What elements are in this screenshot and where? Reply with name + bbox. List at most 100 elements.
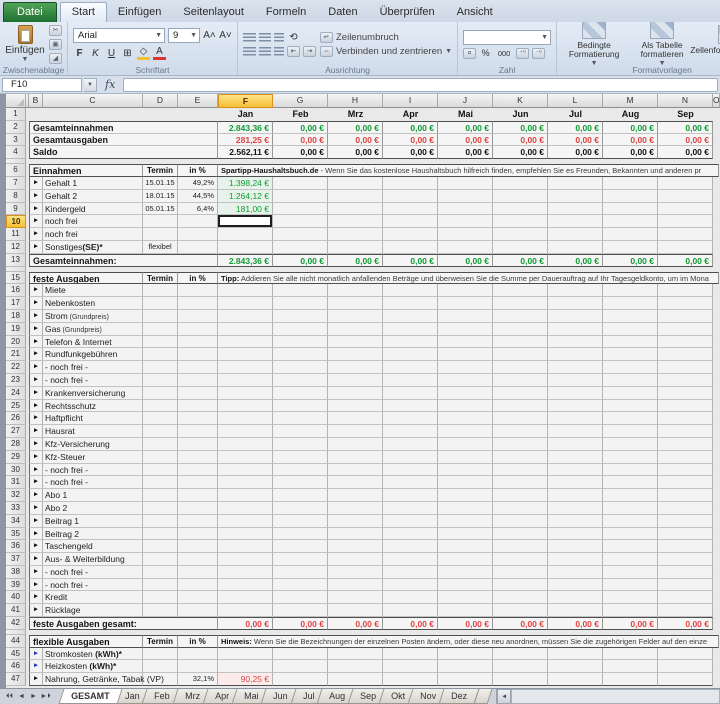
cell-F47[interactable]: 90,25 €: [218, 673, 273, 686]
cell-I34[interactable]: [383, 515, 438, 528]
cell-D44[interactable]: Termin: [143, 635, 178, 648]
cell-K21[interactable]: [493, 348, 548, 361]
cell-F42[interactable]: 0,00 €: [218, 617, 273, 630]
cell-M38[interactable]: [603, 566, 658, 579]
cell-I23[interactable]: [383, 374, 438, 387]
cell-C20[interactable]: Telefon & Internet: [43, 336, 143, 349]
cell-I3[interactable]: 0,00 €: [383, 134, 438, 147]
ribbon-tab-formeln[interactable]: Formeln: [255, 3, 317, 22]
row-expand-icon-10[interactable]: ►: [29, 215, 43, 228]
cell-H42[interactable]: 0,00 €: [328, 617, 383, 630]
cell-O39[interactable]: [713, 579, 720, 592]
cell-label-42[interactable]: feste Ausgaben gesamt:: [29, 617, 218, 630]
cell-I46[interactable]: [383, 660, 438, 673]
cell-C19[interactable]: Gas (Grundpreis): [43, 323, 143, 336]
row-expand-icon-9[interactable]: ►: [29, 203, 43, 216]
column-header-M[interactable]: M: [603, 94, 658, 108]
cell-K9[interactable]: [493, 203, 548, 216]
cell-L27[interactable]: [548, 425, 603, 438]
cell-M2[interactable]: 0,00 €: [603, 121, 658, 134]
cell-M13[interactable]: 0,00 €: [603, 254, 658, 267]
cell-C10[interactable]: noch frei: [43, 215, 143, 228]
cell-M19[interactable]: [603, 323, 658, 336]
cell-K42[interactable]: 0,00 €: [493, 617, 548, 630]
row-expand-icon-20[interactable]: ►: [29, 336, 43, 349]
cell-O7[interactable]: [713, 177, 720, 190]
cell-G33[interactable]: [273, 502, 328, 515]
cell-G12[interactable]: [273, 241, 328, 254]
cell-L24[interactable]: [548, 387, 603, 400]
cell-D34[interactable]: [143, 515, 178, 528]
cell-L3[interactable]: 0,00 €: [548, 134, 603, 147]
cell-O17[interactable]: [713, 297, 720, 310]
column-header-H[interactable]: H: [328, 94, 383, 108]
cell-K3[interactable]: 0,00 €: [493, 134, 548, 147]
cell-C35[interactable]: Beitrag 2: [43, 528, 143, 541]
cell-L31[interactable]: [548, 476, 603, 489]
row-expand-icon-37[interactable]: ►: [29, 553, 43, 566]
cut-icon[interactable]: ✂: [49, 25, 62, 36]
column-header-N[interactable]: N: [658, 94, 713, 108]
cell-H23[interactable]: [328, 374, 383, 387]
cell-D7[interactable]: 15.01.15: [143, 177, 178, 190]
cell-E35[interactable]: [178, 528, 218, 541]
cell-M4[interactable]: 0,00 €: [603, 146, 658, 159]
cell-D28[interactable]: [143, 438, 178, 451]
cell-F33[interactable]: [218, 502, 273, 515]
cell-I28[interactable]: [383, 438, 438, 451]
cell-O27[interactable]: [713, 425, 720, 438]
cell-D18[interactable]: [143, 310, 178, 323]
cell-G7[interactable]: [273, 177, 328, 190]
cell-E46[interactable]: [178, 660, 218, 673]
cell-D10[interactable]: [143, 215, 178, 228]
cell-J42[interactable]: 0,00 €: [438, 617, 493, 630]
cell-I25[interactable]: [383, 400, 438, 413]
cell-K17[interactable]: [493, 297, 548, 310]
row-expand-icon-39[interactable]: ►: [29, 579, 43, 592]
row-header-25[interactable]: 25: [6, 400, 26, 413]
cell-D37[interactable]: [143, 553, 178, 566]
row-expand-icon-45[interactable]: ►: [29, 648, 43, 661]
cell-I2[interactable]: 0,00 €: [383, 121, 438, 134]
cell-H39[interactable]: [328, 579, 383, 592]
cell-month-Jun[interactable]: Jun: [493, 108, 548, 121]
cell-F19[interactable]: [218, 323, 273, 336]
cell-label-3[interactable]: Gesamtausgaben: [29, 134, 218, 147]
cell-note-44[interactable]: Hinweis: Wenn Sie die Bezeichnungen der …: [218, 635, 719, 648]
cell-G21[interactable]: [273, 348, 328, 361]
cell-N18[interactable]: [658, 310, 713, 323]
cell-H8[interactable]: [328, 190, 383, 203]
row-header-29[interactable]: 29: [6, 451, 26, 464]
cell-E29[interactable]: [178, 451, 218, 464]
cell-F32[interactable]: [218, 489, 273, 502]
cell-N32[interactable]: [658, 489, 713, 502]
row-expand-icon-21[interactable]: ►: [29, 348, 43, 361]
cell-I21[interactable]: [383, 348, 438, 361]
row-header-40[interactable]: 40: [6, 591, 26, 604]
number-format-combo[interactable]: ▼: [463, 30, 551, 45]
scroll-left-icon[interactable]: ◄: [497, 689, 511, 704]
cell-D20[interactable]: [143, 336, 178, 349]
row-header-41[interactable]: 41: [6, 604, 26, 617]
cell-H13[interactable]: 0,00 €: [328, 254, 383, 267]
cell-H18[interactable]: [328, 310, 383, 323]
accounting-format-icon[interactable]: ¤: [463, 48, 476, 59]
cell-J11[interactable]: [438, 228, 493, 241]
cell-K28[interactable]: [493, 438, 548, 451]
cell-E19[interactable]: [178, 323, 218, 336]
cell-D16[interactable]: [143, 284, 178, 297]
cell-D36[interactable]: [143, 540, 178, 553]
cell-O11[interactable]: [713, 228, 720, 241]
cell-K20[interactable]: [493, 336, 548, 349]
row-header-13[interactable]: 13: [6, 254, 26, 267]
cell-K13[interactable]: 0,00 €: [493, 254, 548, 267]
cell-O22[interactable]: [713, 361, 720, 374]
cell-N13[interactable]: 0,00 €: [658, 254, 713, 267]
cell-I47[interactable]: [383, 673, 438, 686]
cell-J24[interactable]: [438, 387, 493, 400]
cell-F24[interactable]: [218, 387, 273, 400]
cell-D23[interactable]: [143, 374, 178, 387]
cell-N19[interactable]: [658, 323, 713, 336]
cell-D40[interactable]: [143, 591, 178, 604]
cell-L18[interactable]: [548, 310, 603, 323]
